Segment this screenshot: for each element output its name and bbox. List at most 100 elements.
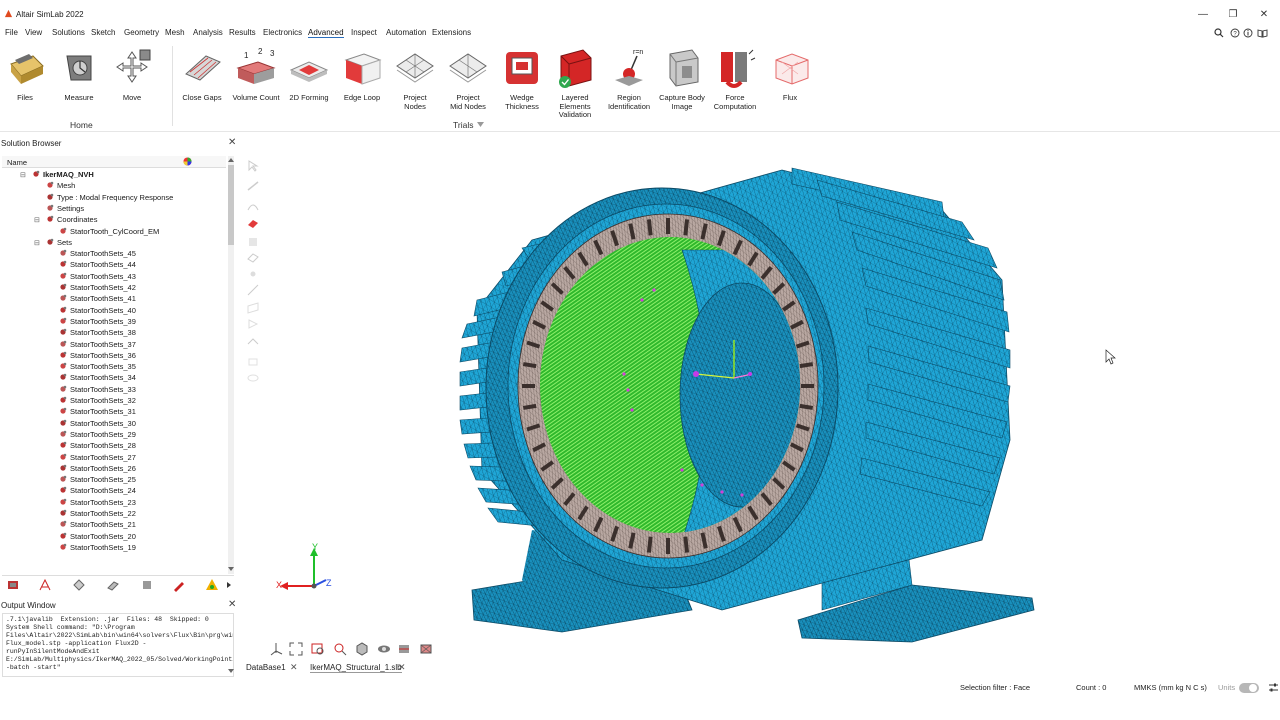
tree-item[interactable]: Settings bbox=[46, 204, 84, 215]
tree-item[interactable]: StatorToothSets_33 bbox=[59, 385, 136, 396]
select-line-icon[interactable] bbox=[247, 284, 259, 296]
tree-item[interactable]: StatorToothSets_24 bbox=[59, 486, 136, 497]
menu-file[interactable]: File bbox=[5, 28, 18, 37]
solution-browser-close-button[interactable]: ✕ bbox=[228, 137, 236, 148]
tree-item[interactable]: Mesh bbox=[46, 181, 75, 192]
minimize-button[interactable]: — bbox=[1195, 8, 1211, 22]
output-log[interactable]: .7.1\javalib Extension: .jar Files: 48 S… bbox=[2, 613, 234, 677]
select-plane-icon[interactable] bbox=[247, 302, 259, 314]
tree-expander-icon[interactable]: ⊟ bbox=[34, 216, 40, 224]
select-shell-icon[interactable] bbox=[247, 336, 259, 348]
menu-solutions[interactable]: Solutions bbox=[52, 28, 85, 37]
menu-geometry[interactable]: Geometry bbox=[124, 28, 159, 37]
motor-model[interactable] bbox=[459, 167, 1035, 643]
menu-analysis[interactable]: Analysis bbox=[193, 28, 223, 37]
region-identification-button[interactable]: r=n Region Identification bbox=[601, 46, 657, 111]
browser-tab-geometry-icon[interactable] bbox=[106, 578, 120, 592]
tree-item[interactable]: StatorToothSets_44 bbox=[59, 260, 136, 271]
browser-tab-more-icon[interactable] bbox=[224, 578, 234, 592]
model-viewport[interactable]: Y X Z bbox=[262, 140, 1280, 660]
menu-sketch[interactable]: Sketch bbox=[91, 28, 115, 37]
tree-item[interactable]: StatorToothSets_22 bbox=[59, 509, 136, 520]
tree-item[interactable]: StatorToothSets_35 bbox=[59, 362, 136, 373]
select-element-icon[interactable] bbox=[247, 252, 259, 264]
select-box-icon[interactable] bbox=[247, 356, 259, 368]
tree-item[interactable]: StatorToothSets_37 bbox=[59, 340, 136, 351]
tree-item[interactable]: StatorToothSets_36 bbox=[59, 351, 136, 362]
tree-item[interactable]: StatorToothSets_34 bbox=[59, 373, 136, 384]
force-computation-button[interactable]: Force Computation bbox=[707, 46, 763, 111]
files-button[interactable]: Files bbox=[0, 46, 53, 103]
view-cube-icon[interactable] bbox=[354, 641, 370, 657]
view-axis-icon[interactable] bbox=[268, 641, 284, 657]
browser-tab-color-icon[interactable] bbox=[205, 578, 219, 592]
volume-count-button[interactable]: 1 2 3 Volume Count bbox=[228, 46, 284, 103]
tree-item[interactable]: StatorToothSets_45 bbox=[59, 249, 136, 260]
tree-item[interactable]: StatorToothSets_20 bbox=[59, 532, 136, 543]
render-mode-icon[interactable] bbox=[396, 641, 412, 657]
browser-tab-model-icon[interactable] bbox=[6, 578, 20, 592]
tree-item[interactable]: StatorToothSets_19 bbox=[59, 543, 136, 554]
menu-results[interactable]: Results bbox=[229, 28, 256, 37]
zoom-box-icon[interactable] bbox=[310, 641, 326, 657]
capture-body-image-button[interactable]: Capture Body Image bbox=[654, 46, 710, 111]
book-icon[interactable] bbox=[1257, 28, 1268, 38]
select-edge-icon[interactable] bbox=[247, 180, 259, 192]
tree-item[interactable]: StatorToothSets_30 bbox=[59, 419, 136, 430]
tree-item[interactable]: StatorToothSets_39 bbox=[59, 317, 136, 328]
tree-item[interactable]: StatorToothSets_42 bbox=[59, 283, 136, 294]
select-pointer-icon[interactable] bbox=[247, 160, 259, 172]
project-mid-nodes-button[interactable]: Project Mid Nodes bbox=[440, 46, 496, 111]
select-face-icon[interactable] bbox=[247, 218, 259, 230]
selection-filter-status[interactable]: Selection filter : Face bbox=[960, 683, 1030, 692]
tree-item[interactable]: StatorTooth_CylCoord_EM bbox=[59, 227, 159, 238]
tree-item[interactable]: Sets bbox=[46, 238, 72, 249]
menu-automation[interactable]: Automation bbox=[386, 28, 426, 37]
scroll-down-icon[interactable] bbox=[228, 566, 234, 572]
settings-sliders-icon[interactable] bbox=[1268, 682, 1279, 693]
close-window-button[interactable]: ✕ bbox=[1256, 8, 1272, 22]
mesh-display-icon[interactable] bbox=[418, 641, 434, 657]
search-icon[interactable] bbox=[1214, 28, 1224, 38]
project-nodes-button[interactable]: Project Nodes bbox=[387, 46, 443, 111]
output-scroll-down-icon[interactable] bbox=[228, 668, 234, 674]
menu-view[interactable]: View bbox=[25, 28, 42, 37]
select-curve-icon[interactable] bbox=[247, 200, 259, 212]
tree-item[interactable]: Type : Modal Frequency Response bbox=[46, 193, 173, 204]
tree-item[interactable]: StatorToothSets_26 bbox=[59, 464, 136, 475]
tree-column-header[interactable]: Name bbox=[2, 156, 226, 168]
scroll-up-icon[interactable] bbox=[228, 157, 234, 163]
tree-item[interactable]: StatorToothSets_32 bbox=[59, 396, 136, 407]
tree-item[interactable]: Coordinates bbox=[46, 215, 97, 226]
tree-item[interactable]: StatorToothSets_28 bbox=[59, 441, 136, 452]
tree-scrollbar-thumb[interactable] bbox=[228, 165, 234, 245]
select-region-icon[interactable] bbox=[247, 318, 259, 330]
tree-expander-icon[interactable]: ⊟ bbox=[20, 171, 26, 179]
tree-expander-icon[interactable]: ⊟ bbox=[34, 239, 40, 247]
tab-database1[interactable]: DataBase1 bbox=[246, 663, 286, 672]
measure-button[interactable]: Measure bbox=[51, 46, 107, 103]
menu-inspect[interactable]: Inspect bbox=[351, 28, 377, 37]
tree-root-item[interactable]: IkerMAQ_NVH bbox=[32, 170, 94, 181]
menu-advanced[interactable]: Advanced bbox=[308, 28, 344, 38]
browser-tab-mesh-icon[interactable] bbox=[72, 578, 86, 592]
forming-2d-button[interactable]: 2D Forming bbox=[281, 46, 337, 103]
move-button[interactable]: Move bbox=[104, 46, 160, 103]
wedge-thickness-button[interactable]: Wedge Thickness bbox=[494, 46, 550, 111]
chevron-down-icon[interactable] bbox=[477, 122, 484, 128]
zoom-icon[interactable] bbox=[332, 641, 348, 657]
menu-mesh[interactable]: Mesh bbox=[165, 28, 185, 37]
flux-button[interactable]: Flux bbox=[762, 46, 818, 103]
tree-item[interactable]: StatorToothSets_40 bbox=[59, 306, 136, 317]
tree-item[interactable]: StatorToothSets_31 bbox=[59, 407, 136, 418]
tree-item[interactable]: StatorToothSets_27 bbox=[59, 453, 136, 464]
help-icon[interactable]: ? bbox=[1230, 28, 1240, 38]
browser-tab-pen-icon[interactable] bbox=[172, 578, 186, 592]
tree-item[interactable]: StatorToothSets_38 bbox=[59, 328, 136, 339]
maximize-button[interactable]: ❐ bbox=[1225, 8, 1241, 22]
tree-item[interactable]: StatorToothSets_25 bbox=[59, 475, 136, 486]
tab-ikermaq-structural[interactable]: IkerMAQ_Structural_1.slb bbox=[310, 663, 402, 673]
info-icon[interactable] bbox=[1243, 28, 1253, 38]
select-body-icon[interactable] bbox=[247, 236, 259, 248]
tree-item[interactable]: StatorToothSets_29 bbox=[59, 430, 136, 441]
